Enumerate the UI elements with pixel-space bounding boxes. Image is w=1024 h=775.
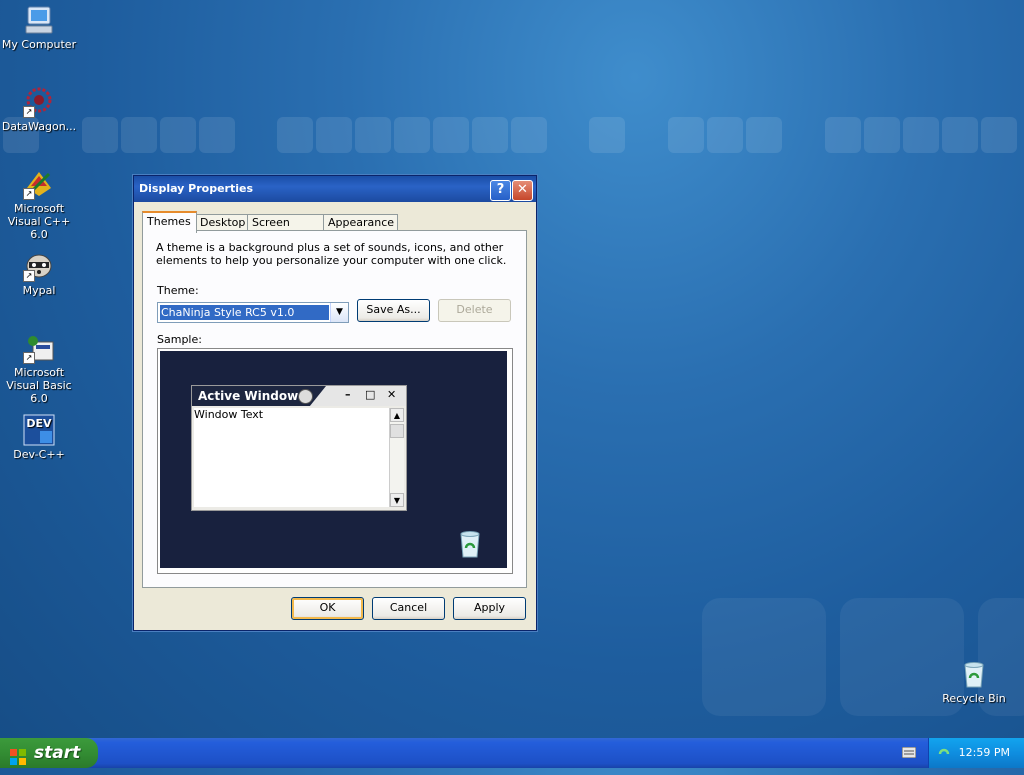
start-label: start — [34, 743, 81, 763]
desktop-icon-label: Dev-C++ — [13, 448, 65, 461]
dialog-titlebar[interactable]: Display Properties ? ✕ — [134, 176, 536, 202]
visual-basic-icon: ↗ — [23, 332, 55, 364]
wallpaper-tile — [82, 117, 118, 153]
sample-window-titlebar: Active Window – □ ✕ — [192, 386, 406, 406]
wallpaper-tile — [668, 117, 704, 153]
wallpaper-tile — [707, 117, 743, 153]
wallpaper-tile — [746, 117, 782, 153]
tab-screen-saver[interactable]: Screen Saver — [247, 214, 326, 245]
theme-description: A theme is a background plus a set of so… — [156, 241, 507, 267]
desktop-icon-label: DataWagon... — [1, 120, 77, 133]
desktop-icon-label: Recycle Bin — [942, 692, 1006, 705]
theme-select-value: ChaNinja Style RC5 v1.0 — [160, 305, 329, 320]
desktop-icon-visual-cpp[interactable]: ↗ Microsoft Visual C++ 6.0 — [0, 168, 78, 241]
shortcut-arrow-icon: ↗ — [23, 106, 35, 118]
theme-select[interactable]: ChaNinja Style RC5 v1.0 ▼ — [157, 302, 349, 323]
apply-button[interactable]: Apply — [453, 597, 526, 620]
help-button[interactable]: ? — [490, 180, 511, 201]
tab-themes[interactable]: Themes — [142, 211, 197, 233]
help-icon: ? — [496, 182, 505, 197]
recycle-tray-icon[interactable] — [937, 745, 951, 759]
wallpaper-tile — [589, 117, 625, 153]
wallpaper-tile-large — [702, 598, 826, 716]
tab-label: Themes — [147, 215, 191, 228]
wallpaper-tile — [121, 117, 157, 153]
close-icon: ✕ — [517, 182, 528, 197]
desktop-icon-datawagon[interactable]: ↗ DataWagon... — [0, 86, 78, 133]
desktop-icon-label: Microsoft Visual Basic 6.0 — [6, 366, 72, 405]
ok-button[interactable]: OK — [291, 597, 364, 620]
keyboard-icon[interactable] — [901, 746, 917, 759]
visual-cpp-icon: ↗ — [23, 168, 55, 200]
scroll-down-icon: ▼ — [390, 493, 404, 507]
theme-sample-preview: Active Window – □ ✕ Window Text ▲ ▼ — [157, 348, 513, 574]
wallpaper-tile — [355, 117, 391, 153]
wallpaper-tile — [160, 117, 196, 153]
wallpaper-tile — [903, 117, 939, 153]
themes-panel: A theme is a background plus a set of so… — [142, 230, 527, 588]
desktop-icon-dev-cpp[interactable]: DEV Dev-C++ — [0, 414, 78, 461]
sample-active-window: Active Window – □ ✕ Window Text ▲ ▼ — [191, 385, 407, 511]
dev-badge-text: DEV — [26, 417, 52, 430]
wallpaper-tile — [864, 117, 900, 153]
recycle-bin-icon — [958, 658, 990, 690]
delete-button[interactable]: Delete — [438, 299, 511, 322]
close-button[interactable]: ✕ — [512, 180, 533, 201]
wallpaper-tile — [942, 117, 978, 153]
theme-label: Theme: — [157, 284, 199, 297]
wallpaper-tile — [825, 117, 861, 153]
sample-desktop: Active Window – □ ✕ Window Text ▲ ▼ — [160, 351, 507, 568]
desktop-icon-label: Microsoft Visual C++ 6.0 — [7, 202, 71, 241]
taskbar: start 12:59 PM — [0, 738, 1024, 768]
wallpaper-tile — [472, 117, 508, 153]
chevron-down-icon[interactable]: ▼ — [330, 303, 348, 322]
sample-window-text: Window Text — [194, 408, 390, 507]
scroll-up-icon: ▲ — [390, 408, 404, 422]
cancel-button[interactable]: Cancel — [372, 597, 445, 620]
raccoon-icon: ↗ — [23, 250, 55, 282]
wallpaper-tile — [199, 117, 235, 153]
dev-cpp-icon: DEV — [23, 414, 55, 446]
desktop-icon-label: My Computer — [1, 38, 77, 51]
desktop-icon-visual-basic[interactable]: ↗ Microsoft Visual Basic 6.0 — [0, 332, 78, 405]
sample-scrollbar: ▲ ▼ — [389, 408, 404, 507]
computer-icon — [23, 4, 55, 36]
sample-label: Sample: — [157, 333, 202, 346]
shortcut-arrow-icon: ↗ — [23, 352, 35, 364]
windows-logo-icon — [10, 745, 26, 765]
system-tray: 12:59 PM — [928, 738, 1024, 768]
shortcut-arrow-icon: ↗ — [23, 188, 35, 200]
shortcut-arrow-icon: ↗ — [23, 270, 35, 282]
close-icon: ✕ — [387, 388, 397, 401]
wallpaper-tile — [981, 117, 1017, 153]
clock[interactable]: 12:59 PM — [959, 746, 1010, 759]
tab-label: Desktop — [200, 216, 246, 229]
save-as-button[interactable]: Save As... — [357, 299, 430, 322]
desktop-icon-mypal[interactable]: ↗ Mypal — [0, 250, 78, 297]
desktop-icon-label: Mypal — [22, 284, 56, 297]
maximize-icon: □ — [365, 388, 376, 401]
dialog-title: Display Properties — [139, 182, 254, 195]
wallpaper-tile — [433, 117, 469, 153]
sample-window-orb-icon — [298, 389, 313, 404]
minimize-icon: – — [345, 388, 351, 401]
start-button[interactable]: start — [0, 738, 98, 768]
wallpaper-tile — [316, 117, 352, 153]
tab-appearance[interactable]: Appearance — [323, 214, 398, 231]
datawagon-icon: ↗ — [23, 86, 55, 118]
sample-recycle-bin-icon — [456, 529, 484, 559]
desktop-icon-recycle-bin[interactable]: Recycle Bin — [935, 658, 1013, 705]
wallpaper-tile — [277, 117, 313, 153]
tab-desktop[interactable]: Desktop — [195, 214, 248, 231]
display-properties-dialog: Display Properties ? ✕ Themes Desktop Sc… — [133, 175, 537, 631]
tab-label: Appearance — [328, 216, 395, 229]
scroll-thumb — [390, 424, 404, 438]
wallpaper-tile — [511, 117, 547, 153]
desktop-icon-my-computer[interactable]: My Computer — [0, 4, 78, 51]
wallpaper-tile — [394, 117, 430, 153]
